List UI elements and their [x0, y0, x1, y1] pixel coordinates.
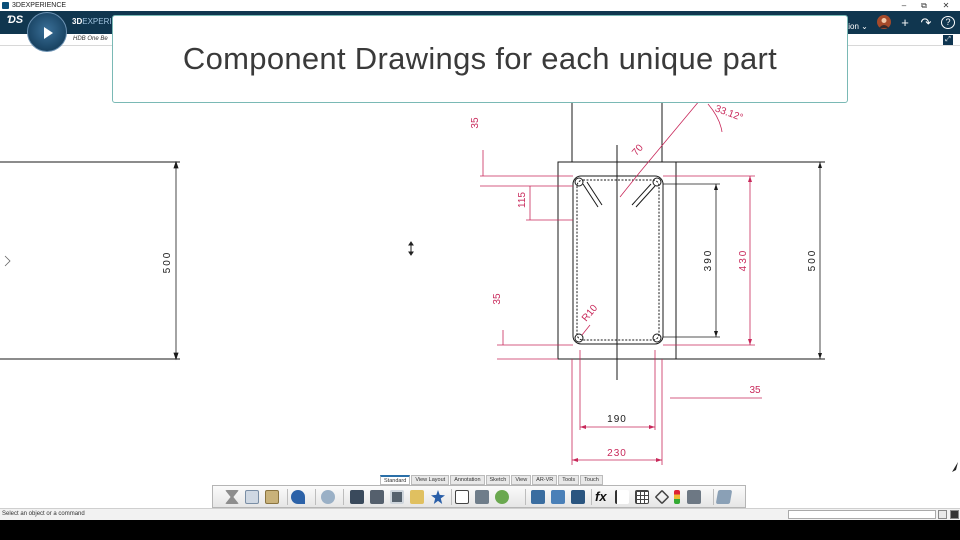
dim-35-mid: 35 — [492, 293, 503, 305]
cube-icon[interactable] — [715, 490, 733, 504]
properties-icon[interactable] — [455, 490, 469, 504]
dim-35-right: 35 — [749, 385, 761, 396]
toolbar-tabs: Standard View Layout Annotation Sketch V… — [380, 475, 604, 485]
cursor-icon — [408, 241, 414, 256]
toolbar-separator — [451, 489, 452, 505]
left-marker-icon — [4, 255, 11, 267]
table-icon[interactable] — [635, 490, 649, 504]
tree-icon[interactable] — [475, 490, 489, 504]
formula-icon[interactable]: fx — [595, 490, 609, 504]
user-avatar[interactable] — [876, 15, 892, 31]
tab-tools[interactable]: Tools — [558, 475, 580, 485]
dimension-arrows-black — [714, 162, 822, 359]
tab-standard[interactable]: Standard — [380, 475, 411, 485]
brand-label: 3DEXPERIE — [72, 17, 117, 26]
toolbar-separator — [315, 489, 316, 505]
document-title: HDB One Be — [73, 36, 108, 42]
dim-500-left: 500 — [162, 251, 173, 274]
dim-35-top: 35 — [470, 117, 481, 129]
transfer-icon[interactable] — [551, 490, 565, 504]
toolbar-separator — [713, 489, 714, 505]
tab-view[interactable]: View — [511, 475, 532, 485]
app-window: 500 35 70 33.12° 115 430 35 R10 35 230 3… — [0, 0, 960, 540]
tab-annotation[interactable]: Annotation — [450, 475, 485, 485]
command-input[interactable] — [788, 510, 936, 519]
shape-icon[interactable] — [654, 489, 670, 505]
action-bar: fx — [212, 485, 746, 508]
app-selector[interactable]: tion ⌄ — [846, 22, 868, 31]
paste-icon[interactable] — [265, 490, 279, 504]
tab-touch[interactable]: Touch — [580, 475, 603, 485]
toolbar-separator — [591, 489, 592, 505]
dim-190: 190 — [607, 414, 627, 425]
search-icon[interactable] — [321, 490, 335, 504]
brand-bold: 3D — [72, 17, 83, 26]
copy-icon[interactable] — [245, 490, 259, 504]
dassault-logo-icon: ƊS — [7, 14, 24, 26]
dimension-lines — [480, 99, 762, 465]
play-icon — [44, 27, 53, 39]
status-message: Select an object or a command — [2, 511, 85, 517]
status-bar: Select an object or a command — [0, 508, 960, 520]
dim-angle: 33.12° — [713, 104, 744, 124]
network-icon[interactable] — [495, 490, 509, 504]
folder-icon[interactable] — [410, 490, 424, 504]
dim-390: 390 — [703, 249, 714, 272]
resize-cursor-icon — [952, 462, 958, 472]
toolbar-separator — [343, 489, 344, 505]
dim-115: 115 — [517, 192, 528, 208]
tab-sketch[interactable]: Sketch — [485, 475, 511, 485]
beam-section — [557, 100, 825, 380]
measure-icon[interactable] — [615, 490, 629, 504]
tab-ar-vr[interactable]: AR-VR — [532, 475, 558, 485]
overlay-banner: Component Drawings for each unique part — [112, 15, 848, 103]
dim-500-left-lines — [173, 160, 179, 361]
star-icon[interactable] — [431, 490, 445, 504]
dim-70: 70 — [630, 142, 646, 158]
drawing-sheet-icon[interactable] — [390, 490, 404, 504]
book-icon[interactable] — [531, 490, 545, 504]
help-button[interactable]: ? — [941, 16, 955, 29]
printer-icon[interactable] — [350, 490, 364, 504]
toolbar-separator — [287, 489, 288, 505]
toolbar-separator — [525, 489, 526, 505]
chevron-down-icon: ⌄ — [861, 22, 868, 31]
banner-text: Component Drawings for each unique part — [182, 41, 778, 76]
cut-icon[interactable] — [225, 490, 239, 504]
dim-r10: R10 — [580, 303, 601, 324]
export-icon[interactable] — [571, 490, 585, 504]
compass-icon[interactable] — [27, 12, 67, 52]
undo-icon[interactable] — [291, 490, 305, 504]
dim-430: 430 — [738, 249, 749, 272]
beam-elevation-left — [0, 161, 180, 360]
dim-500-right: 500 — [807, 249, 818, 272]
add-button[interactable]: + — [898, 15, 912, 31]
power-input-icon[interactable] — [950, 510, 959, 519]
traffic-light-icon[interactable] — [674, 490, 680, 504]
share-button[interactable]: ↷ — [919, 15, 933, 31]
tab-view-layout[interactable]: View Layout — [411, 475, 450, 485]
command-options-icon[interactable] — [938, 510, 947, 519]
print-preview-icon[interactable] — [370, 490, 384, 504]
dim-230: 230 — [607, 448, 627, 459]
layout-icon[interactable] — [687, 490, 701, 504]
taskbar-strip — [0, 520, 960, 540]
maximize-icon[interactable]: ⤢ — [943, 35, 953, 45]
